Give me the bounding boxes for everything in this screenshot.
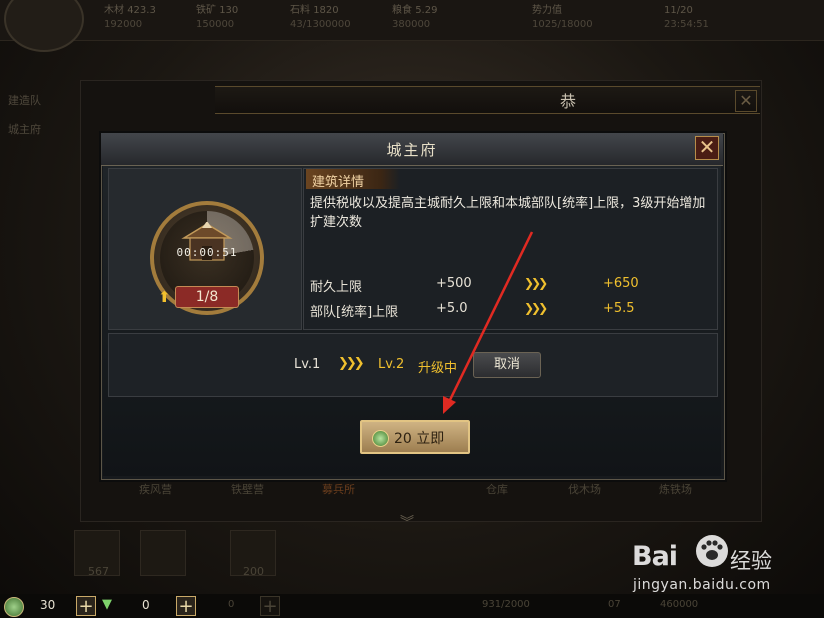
background-slot-count: 567 (88, 565, 109, 578)
triple-chevron-icon: ❯❯❯ (338, 356, 365, 371)
background-close-icon[interactable]: ✕ (735, 90, 757, 112)
bottom-dim-value: 0 (228, 599, 235, 610)
watermark-logo: Bai (632, 541, 678, 572)
stat-label: 耐久上限 (310, 280, 363, 295)
tab-jifengying[interactable]: 疾风营 (139, 481, 172, 497)
bottom-dim-value: 931/2000 (482, 599, 530, 610)
city-hall-icon (181, 222, 233, 261)
item-count: 0 (142, 598, 150, 612)
background-slot-count: 200 (243, 565, 264, 578)
close-icon[interactable]: ✕ (695, 136, 719, 160)
tab-cangku[interactable]: 仓库 (486, 481, 508, 497)
add-gem-button[interactable]: + (76, 596, 96, 616)
level-badge: 1/8 (175, 286, 239, 308)
level-to: Lv.2 (378, 357, 405, 372)
cancel-button[interactable]: 取消 (473, 352, 541, 378)
sidebar-label-queue[interactable]: 建造队 (8, 92, 41, 108)
resource-food: 粮食 5.29 380000 (392, 5, 438, 30)
tab-liantiechang[interactable]: 炼铁场 (659, 481, 692, 497)
upgrade-status-panel (108, 333, 718, 397)
background-panel-title: 恭 (560, 92, 577, 111)
resource-power: 势力值 1025/18000 (532, 5, 593, 30)
chevron-down-icon[interactable]: ︾ (400, 512, 414, 532)
instant-finish-label: 20 立即 (394, 431, 445, 447)
triple-chevron-icon: ❯❯❯ (524, 301, 548, 315)
triple-chevron-icon: ❯❯❯ (524, 276, 548, 290)
resource-iron: 铁矿 130 150000 (196, 5, 239, 30)
item-icon: ▼ (102, 597, 112, 612)
gem-icon (4, 597, 24, 617)
upgrade-status: 升级中 (418, 361, 458, 376)
resource-top-bar: 木材 423.3 192000 铁矿 130 150000 石料 1820 43/13… (0, 0, 824, 52)
resource-stone: 石料 1820 43/1300000 (290, 5, 351, 30)
stat-current: +5.0 (436, 301, 468, 316)
background-title-bar (215, 86, 760, 114)
background-slot[interactable] (140, 530, 186, 576)
watermark-text: 经验 (730, 549, 772, 573)
details-label: 建筑详情 (312, 175, 365, 190)
upgrade-timer: 00:00:51 (176, 246, 238, 259)
upgrade-arrow-icon: ⬆ (158, 288, 171, 306)
add-button-dim[interactable]: + (260, 596, 280, 616)
level-from: Lv.1 (294, 357, 321, 372)
bottom-dim-value: 460000 (660, 599, 699, 610)
tab-famuchang[interactable]: 伐木场 (568, 481, 601, 497)
stat-next: +650 (603, 276, 639, 291)
stat-next: +5.5 (603, 301, 635, 316)
sidebar-label-cityhall[interactable]: 城主府 (8, 121, 41, 137)
add-item-button[interactable]: + (176, 596, 196, 616)
resource-wood: 木材 423.3 192000 (104, 5, 156, 30)
tab-tiebiying[interactable]: 铁壁营 (231, 481, 264, 497)
stat-label: 部队[统率]上限 (310, 305, 399, 320)
resource-time: 11/20 23:54:51 (664, 5, 709, 30)
watermark-url: jingyan.baidu.com (633, 577, 771, 593)
building-description: 提供税收以及提高主城耐久上限和本城部队[统率]上限，3级开始增加扩建次数 (310, 196, 706, 230)
gem-count: 30 (40, 598, 56, 612)
paw-icon (696, 535, 728, 567)
dialog-title: 城主府 (386, 141, 438, 159)
tab-mubingsuo[interactable]: 募兵所 (322, 481, 355, 497)
bottom-dim-value: 07 (608, 599, 621, 610)
dialog-title-bar: 城主府 (101, 133, 723, 166)
stat-current: +500 (436, 276, 472, 291)
bottom-bar (0, 594, 824, 618)
gem-icon (372, 430, 389, 447)
